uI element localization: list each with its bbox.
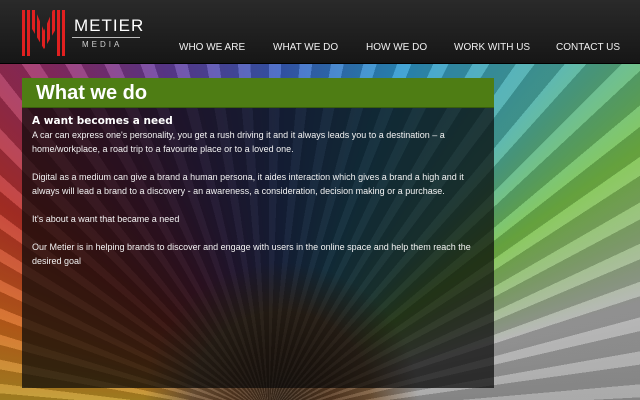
paragraph-2: Digital as a medium can give a brand a h…	[32, 172, 464, 196]
main-nav: WHO WE ARE WHAT WE DO HOW WE DO WORK WIT…	[0, 42, 640, 56]
paragraph-1: A car can express one's personality, you…	[32, 130, 445, 154]
logo-divider	[72, 37, 140, 38]
brand-name: METIER	[74, 16, 145, 35]
nav-contact-us[interactable]: CONTACT US	[556, 42, 620, 53]
nav-who-we-are[interactable]: WHO WE ARE	[179, 42, 245, 53]
section-subheading: A want becomes a need	[32, 115, 173, 127]
content-panel: What we do A want becomes a need A car c…	[22, 78, 494, 388]
paragraph-4: Our Metier is in helping brands to disco…	[32, 242, 471, 266]
nav-what-we-do[interactable]: WHAT WE DO	[273, 42, 338, 53]
nav-how-we-do[interactable]: HOW WE DO	[366, 42, 427, 53]
panel-body: A want becomes a need A car can express …	[22, 108, 494, 268]
panel-title-bar: What we do	[22, 78, 494, 108]
site-header: METIER MEDIA WHO WE ARE WHAT WE DO HOW W…	[0, 0, 640, 64]
page-title: What we do	[36, 82, 148, 104]
paragraph-3: It's about a want that became a need	[32, 214, 180, 224]
nav-work-with-us[interactable]: WORK WITH US	[454, 42, 530, 53]
